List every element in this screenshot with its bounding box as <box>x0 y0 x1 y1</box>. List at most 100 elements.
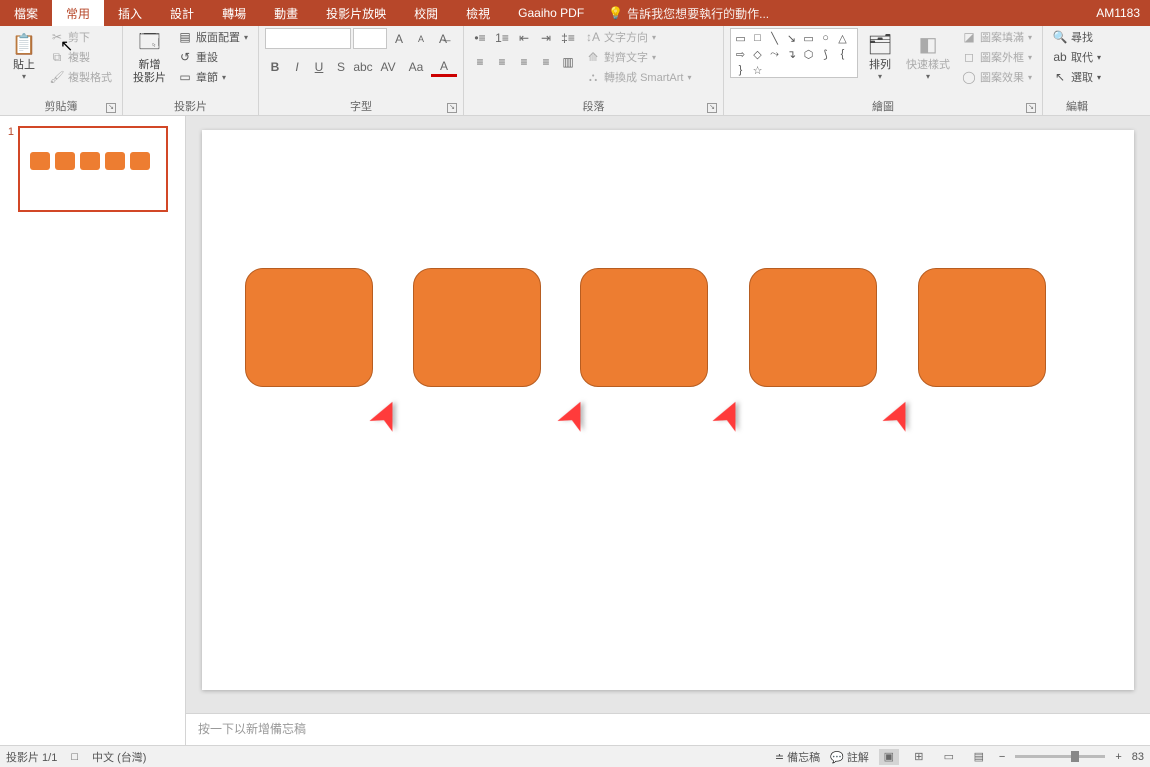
char-spacing-button[interactable]: AV <box>375 57 401 77</box>
increase-indent-button[interactable]: ⇥ <box>536 28 556 48</box>
shape-rounded-rect[interactable] <box>749 268 877 387</box>
decrease-indent-button[interactable]: ⇤ <box>514 28 534 48</box>
shadow-button[interactable]: abc <box>353 57 373 77</box>
spellcheck-icon[interactable]: □ <box>71 751 78 763</box>
zoom-out-button[interactable]: − <box>999 751 1005 763</box>
font-name-input[interactable] <box>265 28 351 49</box>
shape-line-icon[interactable]: ╲ <box>767 31 782 45</box>
font-size-input[interactable] <box>353 28 387 49</box>
user-name[interactable]: AM1183 <box>1096 0 1140 26</box>
shape-tri-icon[interactable]: △ <box>835 31 850 45</box>
tab-slideshow[interactable]: 投影片放映 <box>312 0 400 26</box>
underline-button[interactable]: U <box>309 57 329 77</box>
decrease-font-button[interactable]: A <box>411 29 431 49</box>
clear-format-button[interactable]: A̶ <box>433 29 453 49</box>
shape-fill-button[interactable]: ◪圖案填滿▾ <box>958 28 1036 46</box>
dialog-launcher-icon[interactable]: ↘ <box>106 103 116 113</box>
zoom-level[interactable]: 83 <box>1132 751 1144 763</box>
reading-view-button[interactable]: ▭ <box>939 749 959 765</box>
shape-connector-icon[interactable]: ↴ <box>784 47 799 61</box>
shape-rounded-rect[interactable] <box>413 268 541 387</box>
align-text-button[interactable]: ⟰對齊文字▾ <box>582 48 695 66</box>
italic-button[interactable]: I <box>287 57 307 77</box>
numbering-button[interactable]: 1≡ <box>492 28 512 48</box>
slideshow-view-button[interactable]: ▤ <box>969 749 989 765</box>
tab-view[interactable]: 檢視 <box>452 0 504 26</box>
convert-smartart-button[interactable]: ⛬轉換成 SmartArt▾ <box>582 68 695 86</box>
find-button[interactable]: 🔍尋找 <box>1049 28 1105 46</box>
shape-rounded-rect[interactable] <box>245 268 373 387</box>
tell-me-search[interactable]: 💡 告訴我您想要執行的動作... <box>608 0 769 26</box>
align-right-button[interactable]: ≡ <box>514 52 534 72</box>
shape-arc-icon[interactable]: ⟆ <box>818 47 833 61</box>
new-slide-button[interactable]: 🗔 新增 投影片 <box>129 28 170 86</box>
thumbnail-number: 1 <box>4 126 14 212</box>
tab-insert[interactable]: 插入 <box>104 0 156 26</box>
shapes-gallery[interactable]: ▭ □ ╲ ↘ ▭ ○ △ ⇨ ◇ ⤳ ↴ ⬡ ⟆ { } ☆ <box>730 28 858 78</box>
replace-button[interactable]: ab取代▾ <box>1049 48 1105 66</box>
layout-button[interactable]: ▤版面配置▾ <box>174 28 252 46</box>
paste-button[interactable]: 📋 貼上 <box>6 28 42 83</box>
section-button[interactable]: ▭章節▾ <box>174 68 252 86</box>
tab-animations[interactable]: 動畫 <box>260 0 312 26</box>
tab-design[interactable]: 設計 <box>156 0 208 26</box>
justify-button[interactable]: ≡ <box>536 52 556 72</box>
shape-brace-l-icon[interactable]: { <box>835 47 850 61</box>
dialog-launcher-icon[interactable]: ↘ <box>447 103 457 113</box>
sorter-view-button[interactable]: ⊞ <box>909 749 929 765</box>
dialog-launcher-icon[interactable]: ↘ <box>707 103 717 113</box>
language-indicator[interactable]: 中文 (台灣) <box>92 749 146 765</box>
shape-outline-button[interactable]: ◻圖案外框▾ <box>958 48 1036 66</box>
tab-gaaiho-pdf[interactable]: Gaaiho PDF <box>504 0 598 26</box>
dialog-launcher-icon[interactable]: ↘ <box>1026 103 1036 113</box>
section-icon: ▭ <box>178 70 192 84</box>
notes-pane[interactable]: 按一下以新增備忘稿 <box>186 713 1150 745</box>
strike-button[interactable]: S <box>331 57 351 77</box>
shape-arrow-icon[interactable]: ↘ <box>784 31 799 45</box>
shape-star-icon[interactable]: ☆ <box>750 63 765 77</box>
notes-toggle[interactable]: ≐ 備忘稿 <box>775 749 820 765</box>
slide-canvas[interactable]: ➤ ➤ ➤ ➤ <box>202 130 1134 690</box>
shape-rounded-rect[interactable] <box>580 268 708 387</box>
shape-brace-r-icon[interactable]: } <box>733 63 748 77</box>
align-center-button[interactable]: ≡ <box>492 52 512 72</box>
tab-transitions[interactable]: 轉場 <box>208 0 260 26</box>
shape-rect-icon[interactable]: ▭ <box>733 31 748 45</box>
bullets-button[interactable]: •≡ <box>470 28 490 48</box>
columns-button[interactable]: ▥ <box>558 52 578 72</box>
shape-arrowr-icon[interactable]: ⇨ <box>733 47 748 61</box>
change-case-button[interactable]: Aa <box>403 57 429 77</box>
shape-rounded-rect[interactable] <box>918 268 1046 387</box>
zoom-slider[interactable] <box>1015 755 1105 758</box>
shape-effects-button[interactable]: ◯圖案效果▾ <box>958 68 1036 86</box>
line-spacing-button[interactable]: ‡≡ <box>558 28 578 48</box>
comments-toggle[interactable]: 💬 註解 <box>830 749 869 765</box>
normal-view-button[interactable]: ▣ <box>879 749 899 765</box>
slide-stage[interactable]: ➤ ➤ ➤ ➤ <box>186 116 1150 713</box>
shape-rect2-icon[interactable]: ▭ <box>801 31 816 45</box>
font-color-button[interactable]: A <box>431 57 457 77</box>
select-button[interactable]: ↖選取▾ <box>1049 68 1105 86</box>
tab-review[interactable]: 校閱 <box>400 0 452 26</box>
thumbnail-pane[interactable]: 1 <box>0 116 186 745</box>
zoom-in-button[interactable]: + <box>1115 751 1121 763</box>
increase-font-button[interactable]: A <box>389 29 409 49</box>
text-direction-button[interactable]: ↕A文字方向▾ <box>582 28 695 46</box>
tab-home[interactable]: 常用 <box>52 0 104 26</box>
cut-button[interactable]: ✂剪下 <box>46 28 116 46</box>
copy-button[interactable]: ⧉複製 <box>46 48 116 66</box>
bold-button[interactable]: B <box>265 57 285 77</box>
zoom-slider-thumb[interactable] <box>1071 751 1079 762</box>
reset-button[interactable]: ↺重設 <box>174 48 252 66</box>
quick-styles-button[interactable]: ◧ 快速樣式 <box>902 28 954 83</box>
arrange-button[interactable]: 🗂 排列 <box>862 28 898 83</box>
align-left-button[interactable]: ≡ <box>470 52 490 72</box>
shape-hex-icon[interactable]: ⬡ <box>801 47 816 61</box>
format-painter-button[interactable]: 🖌複製格式 <box>46 68 116 86</box>
slide-thumbnail[interactable] <box>18 126 168 212</box>
shape-oval-icon[interactable]: ○ <box>818 31 833 45</box>
tab-file[interactable]: 檔案 <box>0 0 52 26</box>
shape-diamond-icon[interactable]: ◇ <box>750 47 765 61</box>
shape-curve-icon[interactable]: ⤳ <box>767 47 782 61</box>
shape-square-icon[interactable]: □ <box>750 31 765 45</box>
